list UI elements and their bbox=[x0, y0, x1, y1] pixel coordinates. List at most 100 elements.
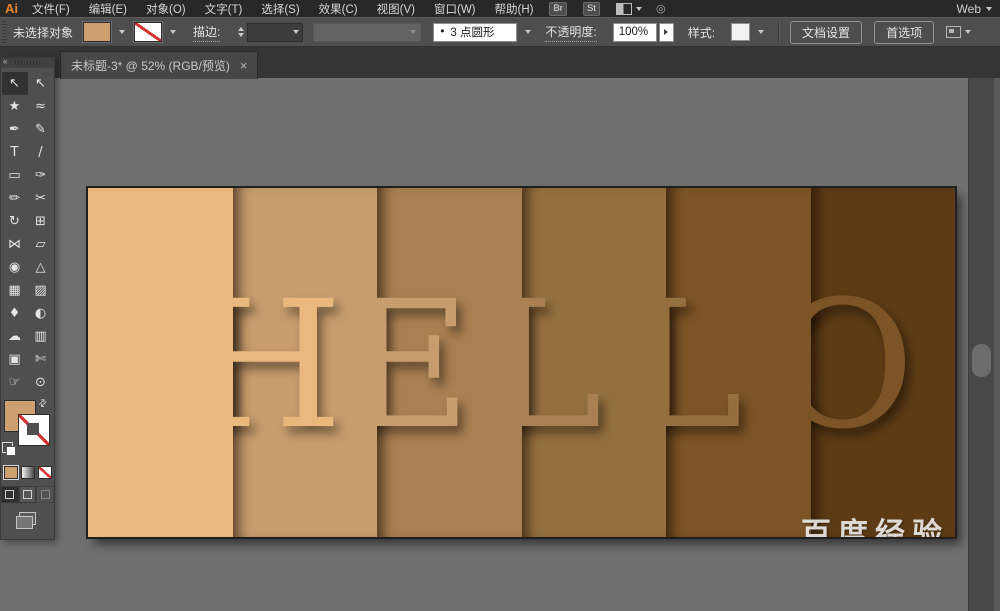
pencil-tool[interactable]: ✏ bbox=[2, 187, 28, 210]
letter-O-5[interactable]: O bbox=[811, 263, 915, 469]
opacity-label[interactable]: 不透明度: bbox=[545, 23, 597, 42]
color-stripe-6[interactable]: O bbox=[810, 188, 955, 537]
swap-fill-stroke-icon[interactable]: ⇄ bbox=[36, 397, 50, 411]
menu-item[interactable]: 窗口(W) bbox=[434, 1, 476, 17]
width-tool[interactable]: ⋈ bbox=[2, 233, 28, 256]
color-stripe-5[interactable]: L bbox=[666, 188, 811, 537]
arrange-documents-icon[interactable] bbox=[615, 2, 632, 15]
shape-builder-tool[interactable]: ◉ bbox=[2, 256, 28, 279]
scale-tool[interactable]: ⊞ bbox=[28, 210, 54, 233]
mesh-tool[interactable]: ▦ bbox=[2, 279, 28, 302]
default-fill-stroke-icon[interactable] bbox=[2, 442, 16, 456]
color-button[interactable] bbox=[2, 465, 19, 480]
rectangle-tool[interactable]: ▭ bbox=[2, 164, 28, 187]
symbol-sprayer-tool[interactable]: ☁ bbox=[2, 325, 28, 348]
fill-color-swatch[interactable] bbox=[83, 22, 112, 42]
menu-item[interactable]: 文字(T) bbox=[205, 1, 243, 17]
scissors-tool[interactable]: ✂ bbox=[28, 187, 54, 210]
slice-tool-icon: ✄ bbox=[35, 352, 46, 367]
free-transform-tool[interactable]: ▱ bbox=[28, 233, 54, 256]
stroke-swatch[interactable] bbox=[18, 414, 50, 446]
lasso-tool[interactable]: ≈ bbox=[28, 95, 54, 118]
magic-wand-tool[interactable]: ★ bbox=[2, 95, 28, 118]
letter-E-2[interactable]: E bbox=[377, 263, 471, 469]
brush-definition-field[interactable]: • 3 点圆形 bbox=[433, 22, 518, 42]
menu-item[interactable]: 编辑(E) bbox=[89, 1, 127, 17]
workspace-switcher[interactable]: Web bbox=[957, 2, 992, 16]
stroke-weight-label[interactable]: 描边: bbox=[193, 23, 221, 42]
stock-button[interactable]: St bbox=[582, 1, 600, 16]
chevron-down-icon[interactable] bbox=[965, 30, 972, 34]
selection-tool[interactable]: ↖ bbox=[1, 72, 28, 95]
fill-color-control[interactable] bbox=[83, 22, 129, 42]
eyedropper-tool[interactable]: ♦ bbox=[2, 302, 28, 325]
stepper-up-icon[interactable] bbox=[238, 27, 245, 31]
style-swatch[interactable] bbox=[731, 23, 751, 41]
letter-L-3[interactable]: L bbox=[522, 263, 603, 469]
rotate-tool[interactable]: ↻ bbox=[2, 210, 28, 233]
line-segment-tool[interactable]: / bbox=[28, 141, 54, 164]
tools-panel-header[interactable] bbox=[1, 58, 54, 68]
draw-normal-button[interactable] bbox=[1, 486, 19, 503]
scissors-tool-icon: ✂ bbox=[35, 191, 46, 206]
zoom-tool[interactable]: ⊙ bbox=[28, 371, 54, 394]
stepper-down-icon[interactable] bbox=[238, 33, 245, 37]
artboard-tool[interactable]: ▣ bbox=[2, 348, 28, 371]
perspective-grid-tool[interactable]: △ bbox=[28, 256, 54, 279]
curvature-pen-tool[interactable]: ✎ bbox=[28, 118, 54, 141]
artboard[interactable]: H E L L O 百度经验 bbox=[88, 188, 955, 537]
color-stripe-1[interactable] bbox=[88, 188, 233, 537]
paint-mode-buttons bbox=[1, 465, 54, 480]
menu-item[interactable]: 视图(V) bbox=[377, 1, 415, 17]
drawing-mode-buttons bbox=[1, 486, 55, 503]
gradient-tool[interactable]: ▨ bbox=[28, 279, 54, 302]
column-graph-tool[interactable]: ▥ bbox=[28, 325, 54, 348]
chevron-down-icon[interactable] bbox=[635, 6, 642, 11]
panel-dock-edge bbox=[994, 78, 1000, 611]
direct-selection-tool[interactable]: ↖ bbox=[28, 72, 54, 95]
close-icon[interactable]: × bbox=[240, 59, 248, 72]
menu-item[interactable]: 效果(C) bbox=[319, 1, 358, 17]
stroke-weight-field[interactable] bbox=[247, 22, 304, 42]
preferences-button[interactable]: 首选项 bbox=[874, 20, 935, 44]
menu-item[interactable]: 帮助(H) bbox=[495, 1, 534, 17]
opacity-expander-button[interactable] bbox=[658, 22, 674, 42]
letter-L-4[interactable]: L bbox=[666, 263, 743, 469]
pen-tool[interactable]: ✒ bbox=[2, 118, 28, 141]
align-panel-icon[interactable] bbox=[946, 26, 962, 38]
letter-H-1[interactable]: H bbox=[233, 263, 343, 469]
gradient-button[interactable] bbox=[20, 466, 35, 479]
screen-mode-icon[interactable] bbox=[16, 512, 36, 529]
bridge-button[interactable]: Br bbox=[549, 1, 567, 16]
stroke-dropdown-button[interactable] bbox=[165, 22, 180, 42]
blend-tool[interactable]: ◐ bbox=[28, 302, 54, 325]
panel-collapse-button[interactable]: « bbox=[3, 57, 7, 66]
opacity-input[interactable]: 100% bbox=[612, 22, 657, 42]
stroke-weight-stepper[interactable] bbox=[238, 27, 245, 37]
draw-behind-button[interactable] bbox=[18, 486, 37, 503]
panel-grip[interactable] bbox=[2, 21, 7, 43]
type-tool[interactable]: T bbox=[2, 141, 28, 164]
slice-tool[interactable]: ✄ bbox=[28, 348, 54, 371]
brush-name: 3 点圆形 bbox=[450, 27, 495, 39]
vertical-scrollbar-thumb[interactable] bbox=[972, 344, 991, 377]
stroke-color-swatch[interactable] bbox=[134, 22, 163, 42]
menu-item[interactable]: 选择(S) bbox=[261, 1, 299, 17]
cs-live-icon[interactable]: ◎ bbox=[656, 2, 666, 15]
brush-dropdown-button[interactable] bbox=[520, 22, 535, 42]
menu-item[interactable]: 对象(O) bbox=[146, 1, 186, 17]
color-stripe-2[interactable]: H bbox=[232, 188, 377, 537]
style-dropdown-button[interactable] bbox=[753, 22, 768, 42]
hand-tool[interactable]: ☞ bbox=[2, 371, 28, 394]
color-stripe-4[interactable]: L bbox=[521, 188, 666, 537]
vertical-scrollbar-track[interactable] bbox=[968, 78, 995, 611]
document-tab[interactable]: 未标题-3* @ 52% (RGB/预览) × bbox=[60, 51, 259, 79]
rotate-tool-icon: ↻ bbox=[9, 214, 20, 229]
menu-item[interactable]: 文件(F) bbox=[32, 1, 70, 17]
fill-dropdown-button[interactable] bbox=[114, 22, 129, 42]
none-button[interactable] bbox=[37, 466, 52, 479]
document-setup-button[interactable]: 文档设置 bbox=[790, 20, 863, 44]
color-stripe-3[interactable]: E bbox=[377, 188, 522, 537]
stroke-color-control[interactable] bbox=[134, 22, 180, 42]
paintbrush-tool[interactable]: ✑ bbox=[28, 164, 54, 187]
